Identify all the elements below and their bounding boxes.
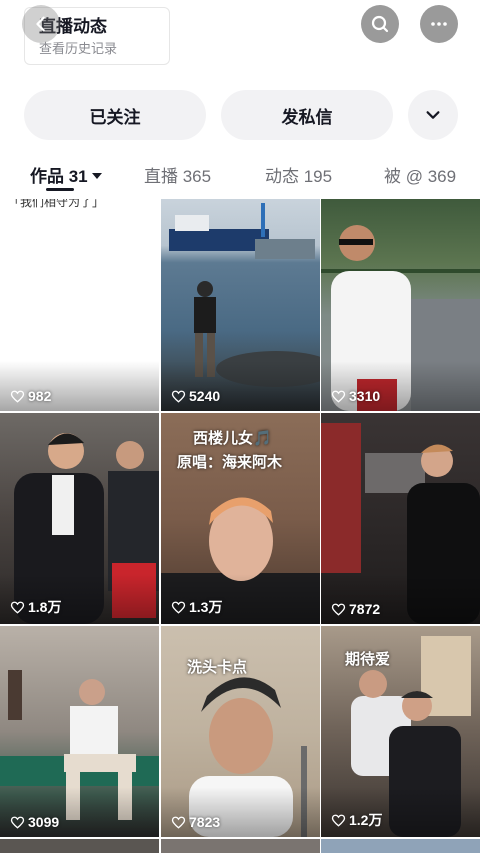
following-button[interactable]: 已关注 xyxy=(24,90,206,140)
search-button[interactable] xyxy=(361,5,399,43)
heart-icon xyxy=(171,816,186,829)
video-thumbnail-6[interactable]: 7872 xyxy=(321,413,480,624)
caption-text: 「我们相守为了」 xyxy=(8,199,105,209)
video-overlay-title: 期待爱 xyxy=(345,651,391,668)
video-thumbnail-12[interactable] xyxy=(321,839,480,853)
like-count-value: 1.8万 xyxy=(28,599,62,615)
tab-posts[interactable]: 动态 195 xyxy=(265,162,332,187)
video-thumbnail-8[interactable]: 洗头卡点 7823 xyxy=(161,626,320,837)
like-count-value: 3310 xyxy=(349,388,381,404)
video-thumbnail-11[interactable] xyxy=(161,839,320,853)
video-thumbnail-2[interactable]: 5240 xyxy=(161,199,320,411)
like-count: 7823 xyxy=(171,814,220,830)
heart-icon xyxy=(171,601,186,614)
top-bar: 直播动态 查看历史记录 xyxy=(0,0,480,80)
tab-works-label: 作品 31 xyxy=(30,167,88,186)
video-grid: 「我们相守为了」 982 5240 3310 1.8万 西楼儿女🎵 原唱：海来阿… xyxy=(0,199,480,853)
video-thumbnail-10[interactable] xyxy=(0,839,159,853)
like-count: 1.3万 xyxy=(171,597,222,617)
like-count-value: 3099 xyxy=(28,814,60,830)
active-tab-indicator xyxy=(46,188,74,191)
like-count-value: 1.3万 xyxy=(189,599,223,615)
like-count: 3099 xyxy=(10,814,59,830)
like-count-value: 1.2万 xyxy=(349,812,383,828)
like-count: 7872 xyxy=(331,601,380,617)
video-overlay-title: 洗头卡点 xyxy=(187,659,248,676)
like-count-value: 7872 xyxy=(349,601,381,617)
send-message-button[interactable]: 发私信 xyxy=(221,90,393,140)
tab-mentions[interactable]: 被 @ 369 xyxy=(384,162,456,187)
view-history-link[interactable]: 查看历史记录 xyxy=(39,40,169,58)
video-thumbnail-1[interactable]: 「我们相守为了」 982 xyxy=(0,199,159,411)
search-icon xyxy=(371,15,389,33)
like-count-value: 5240 xyxy=(189,388,221,404)
like-count: 5240 xyxy=(171,388,220,404)
video-overlay-subtitle: 原唱：海来阿木 xyxy=(177,454,283,471)
expand-button[interactable] xyxy=(408,90,458,140)
heart-icon xyxy=(10,390,25,403)
heart-icon xyxy=(331,814,346,827)
video-thumbnail-7[interactable]: 3099 xyxy=(0,626,159,837)
heart-icon xyxy=(331,603,346,616)
ellipsis-icon xyxy=(431,22,447,26)
like-count-value: 982 xyxy=(28,388,52,404)
video-thumbnail-3[interactable]: 3310 xyxy=(321,199,480,411)
caret-down-icon xyxy=(91,172,102,179)
video-thumbnail-9[interactable]: 期待爱 1.2万 xyxy=(321,626,480,837)
heart-icon xyxy=(331,390,346,403)
like-count: 982 xyxy=(10,388,51,404)
back-button[interactable] xyxy=(22,5,60,43)
like-count: 1.2万 xyxy=(331,810,382,830)
like-count: 1.8万 xyxy=(10,597,61,617)
heart-icon xyxy=(171,390,186,403)
tab-live[interactable]: 直播 365 xyxy=(144,162,211,187)
video-thumbnail-5[interactable]: 西楼儿女🎵 原唱：海来阿木 1.3万 xyxy=(161,413,320,624)
video-thumbnail-4[interactable]: 1.8万 xyxy=(0,413,159,624)
like-count: 3310 xyxy=(331,388,380,404)
profile-actions: 已关注 发私信 xyxy=(0,90,480,142)
tab-works[interactable]: 作品 31 xyxy=(30,162,102,187)
content-tabs: 作品 31 直播 365 动态 195 被 @ 369 xyxy=(0,160,480,190)
heart-icon xyxy=(10,816,25,829)
video-overlay-title: 西楼儿女🎵 xyxy=(193,430,272,447)
more-options-button[interactable] xyxy=(420,5,458,43)
chevron-left-icon xyxy=(36,16,45,32)
chevron-down-icon xyxy=(426,111,440,119)
like-count-value: 7823 xyxy=(189,814,221,830)
heart-icon xyxy=(10,601,25,614)
